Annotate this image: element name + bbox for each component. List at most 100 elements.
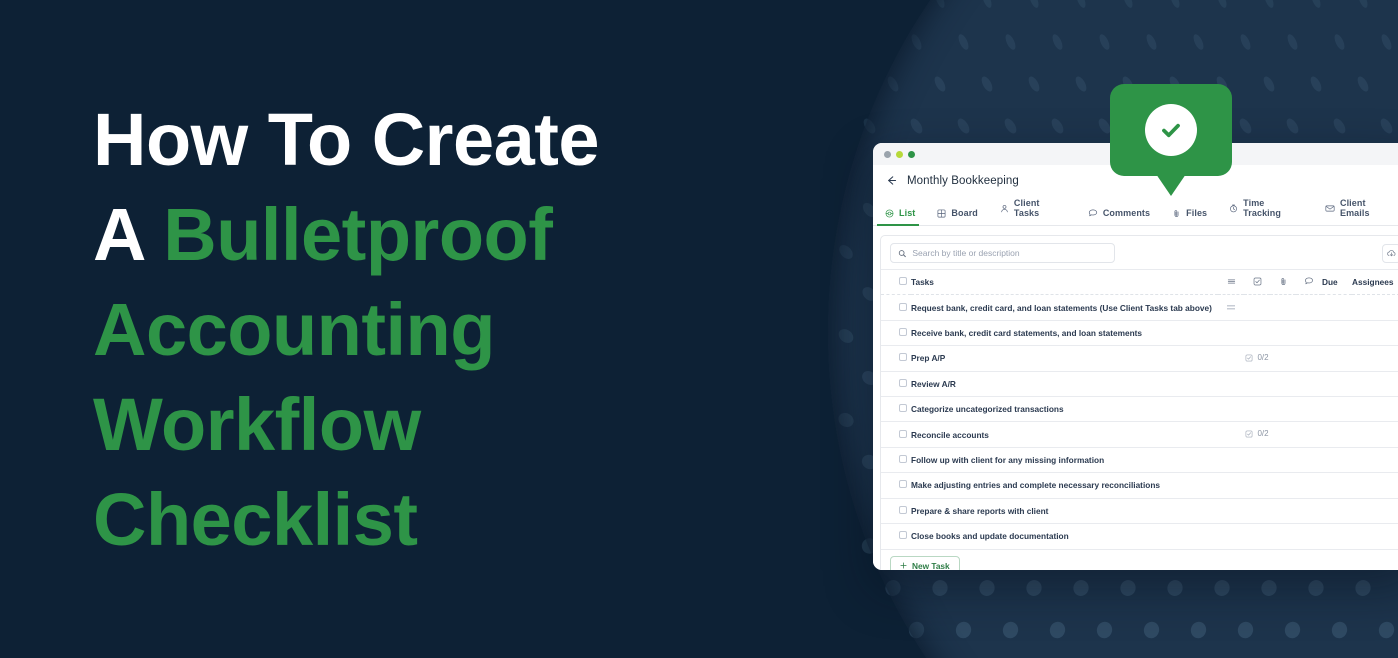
subtask-checkbox-icon xyxy=(1253,277,1261,286)
row-comments-cell xyxy=(1296,497,1322,524)
tab-client-emails[interactable]: Client Emails xyxy=(1325,196,1398,225)
globe-list-icon xyxy=(885,209,894,218)
row-due-cell[interactable] xyxy=(1322,522,1352,549)
tab-label: List xyxy=(899,208,916,218)
row-title[interactable]: Prep A/P xyxy=(911,345,1218,372)
row-title[interactable]: Reconcile accounts xyxy=(911,421,1218,448)
header-due[interactable]: Due xyxy=(1322,268,1352,295)
tab-time-tracking[interactable]: Time Tracking xyxy=(1229,196,1313,225)
headline-line-4: Workflow xyxy=(93,383,421,466)
checkbox-icon[interactable] xyxy=(899,327,907,336)
row-title[interactable]: Prepare & share reports with client xyxy=(911,497,1218,524)
row-assignees-cell[interactable] xyxy=(1352,522,1398,549)
app-window: Monthly Bookkeeping List Board Client Task… xyxy=(873,143,1398,570)
row-comments-cell xyxy=(1296,319,1322,346)
table-row[interactable]: Receive bank, credit card statements, an… xyxy=(881,319,1398,346)
window-close-dot[interactable] xyxy=(884,150,891,158)
checkbox-icon[interactable] xyxy=(899,353,907,362)
row-checkbox-cell[interactable] xyxy=(881,319,911,346)
export-button[interactable] xyxy=(1382,243,1398,263)
checkbox-icon[interactable] xyxy=(899,404,907,413)
header-subtasks[interactable] xyxy=(1244,268,1270,295)
row-checkbox-cell[interactable] xyxy=(881,446,911,473)
row-checkbox-cell[interactable] xyxy=(881,345,911,372)
row-checkbox-cell[interactable] xyxy=(881,395,911,422)
row-checkbox-cell[interactable] xyxy=(881,370,911,397)
table-row[interactable]: Request bank, credit card, and loan stat… xyxy=(881,294,1398,321)
tab-comments[interactable]: Comments xyxy=(1088,206,1160,225)
row-assignees-cell[interactable] xyxy=(1352,472,1398,499)
tab-label: Time Tracking xyxy=(1243,198,1281,218)
row-due-cell[interactable] xyxy=(1322,319,1352,346)
row-comments-cell xyxy=(1296,370,1322,397)
row-title[interactable]: Request bank, credit card, and loan stat… xyxy=(911,294,1218,321)
row-checkbox-cell[interactable] xyxy=(881,497,911,524)
row-assignees-cell[interactable] xyxy=(1352,421,1398,448)
header-files[interactable] xyxy=(1270,268,1296,295)
checkbox-icon[interactable] xyxy=(899,480,907,489)
table-row[interactable]: Make adjusting entries and complete nece… xyxy=(881,472,1398,499)
row-assignees-cell[interactable] xyxy=(1352,370,1398,397)
tab-list[interactable]: List xyxy=(876,206,925,226)
table-row[interactable]: Prepare & share reports with client xyxy=(881,497,1398,524)
table-row[interactable]: Categorize uncategorized transactions xyxy=(881,395,1398,422)
tab-client-tasks[interactable]: Client Tasks xyxy=(1000,196,1076,225)
tab-bar: List Board Client Tasks Comments Files Time T… xyxy=(873,196,1398,226)
header-tasks[interactable]: Tasks xyxy=(911,268,1218,295)
row-due-cell[interactable] xyxy=(1322,370,1352,397)
row-title[interactable]: Review A/R xyxy=(911,370,1218,397)
row-files-cell xyxy=(1270,522,1296,549)
table-row[interactable]: Close books and update documentation xyxy=(881,522,1398,549)
row-checkbox-cell[interactable] xyxy=(881,421,911,448)
row-title[interactable]: Categorize uncategorized transactions xyxy=(911,395,1218,422)
row-title[interactable]: Receive bank, credit card statements, an… xyxy=(911,319,1218,346)
table-row[interactable]: Follow up with client for any missing in… xyxy=(881,446,1398,473)
tab-label: Comments xyxy=(1102,208,1151,218)
row-title[interactable]: Close books and update documentation xyxy=(911,522,1218,549)
row-due-cell[interactable] xyxy=(1322,446,1352,473)
row-checkbox-cell[interactable] xyxy=(881,522,911,549)
new-task-button[interactable]: New Task xyxy=(890,555,960,570)
search-row xyxy=(881,236,1398,269)
row-assignees-cell[interactable] xyxy=(1352,497,1398,524)
row-assignees-cell[interactable] xyxy=(1352,395,1398,422)
row-assignees-cell[interactable] xyxy=(1352,446,1398,473)
checkbox-icon[interactable] xyxy=(899,531,907,540)
row-assignees-cell[interactable] xyxy=(1352,319,1398,346)
row-checkbox-cell[interactable] xyxy=(881,472,911,499)
table-row[interactable]: Review A/R xyxy=(881,370,1398,397)
header-comments[interactable] xyxy=(1296,268,1322,295)
checkbox-icon[interactable] xyxy=(899,454,907,463)
header-assignees[interactable]: Assignees xyxy=(1352,268,1398,295)
header-select-all[interactable] xyxy=(881,268,911,295)
checkbox-icon[interactable] xyxy=(899,429,907,438)
row-due-cell[interactable] xyxy=(1322,472,1352,499)
tab-files[interactable]: Files xyxy=(1172,206,1217,225)
tab-board[interactable]: Board xyxy=(937,206,988,225)
checkbox-icon[interactable] xyxy=(899,505,907,514)
header-description[interactable] xyxy=(1218,268,1244,295)
table-row[interactable]: Prep A/P 0/2 xyxy=(881,345,1398,372)
table-row[interactable]: Reconcile accounts 0/2 xyxy=(881,421,1398,448)
window-minimize-dot[interactable] xyxy=(896,150,903,158)
row-due-cell[interactable] xyxy=(1322,395,1352,422)
checkbox-icon[interactable] xyxy=(899,277,907,286)
badge-tail xyxy=(1156,174,1186,196)
row-checkbox-cell[interactable] xyxy=(881,294,911,321)
row-due-cell[interactable] xyxy=(1322,421,1352,448)
search-input[interactable] xyxy=(912,248,1107,258)
row-title[interactable]: Make adjusting entries and complete nece… xyxy=(911,472,1218,499)
search-box[interactable] xyxy=(890,243,1115,263)
checkbox-icon[interactable] xyxy=(899,378,907,387)
arrow-left-icon[interactable] xyxy=(885,174,898,187)
row-assignees-cell[interactable] xyxy=(1352,345,1398,372)
checkbox-icon[interactable] xyxy=(899,302,907,311)
row-due-cell[interactable] xyxy=(1322,345,1352,372)
window-maximize-dot[interactable] xyxy=(908,150,915,158)
row-due-cell[interactable] xyxy=(1322,294,1352,321)
row-assignees-cell[interactable] xyxy=(1352,294,1398,321)
row-description-indicator xyxy=(1218,421,1244,448)
row-title[interactable]: Follow up with client for any missing in… xyxy=(911,446,1218,473)
row-due-cell[interactable] xyxy=(1322,497,1352,524)
row-comments-cell xyxy=(1296,522,1322,549)
